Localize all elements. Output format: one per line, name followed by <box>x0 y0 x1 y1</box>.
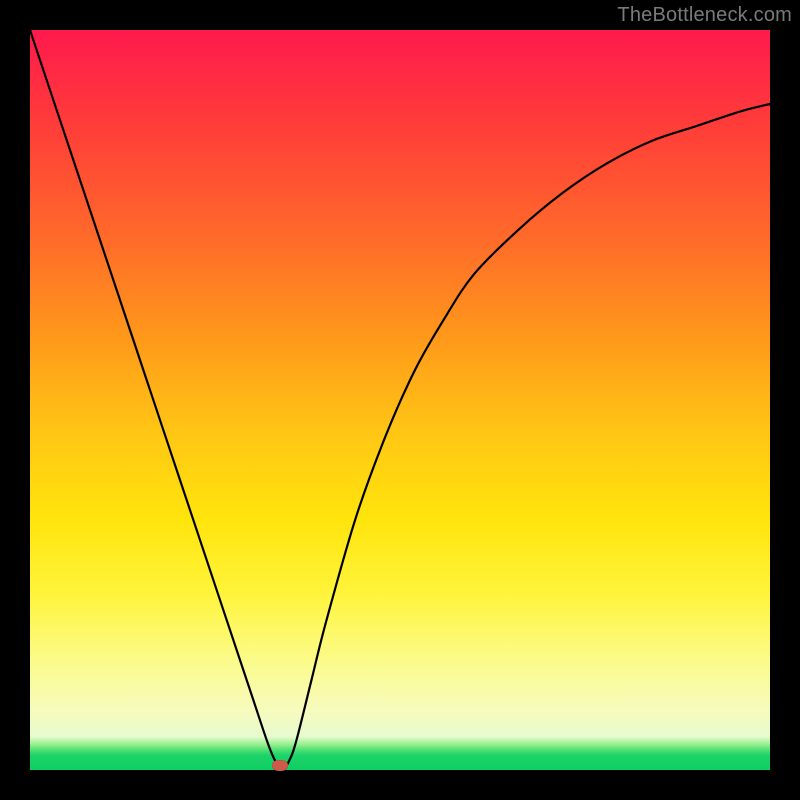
watermark-text: TheBottleneck.com <box>617 4 792 27</box>
optimal-point-marker <box>272 760 288 771</box>
chart-frame: TheBottleneck.com <box>0 0 800 800</box>
bottleneck-curve <box>30 30 770 770</box>
chart-plot-area <box>30 30 770 770</box>
